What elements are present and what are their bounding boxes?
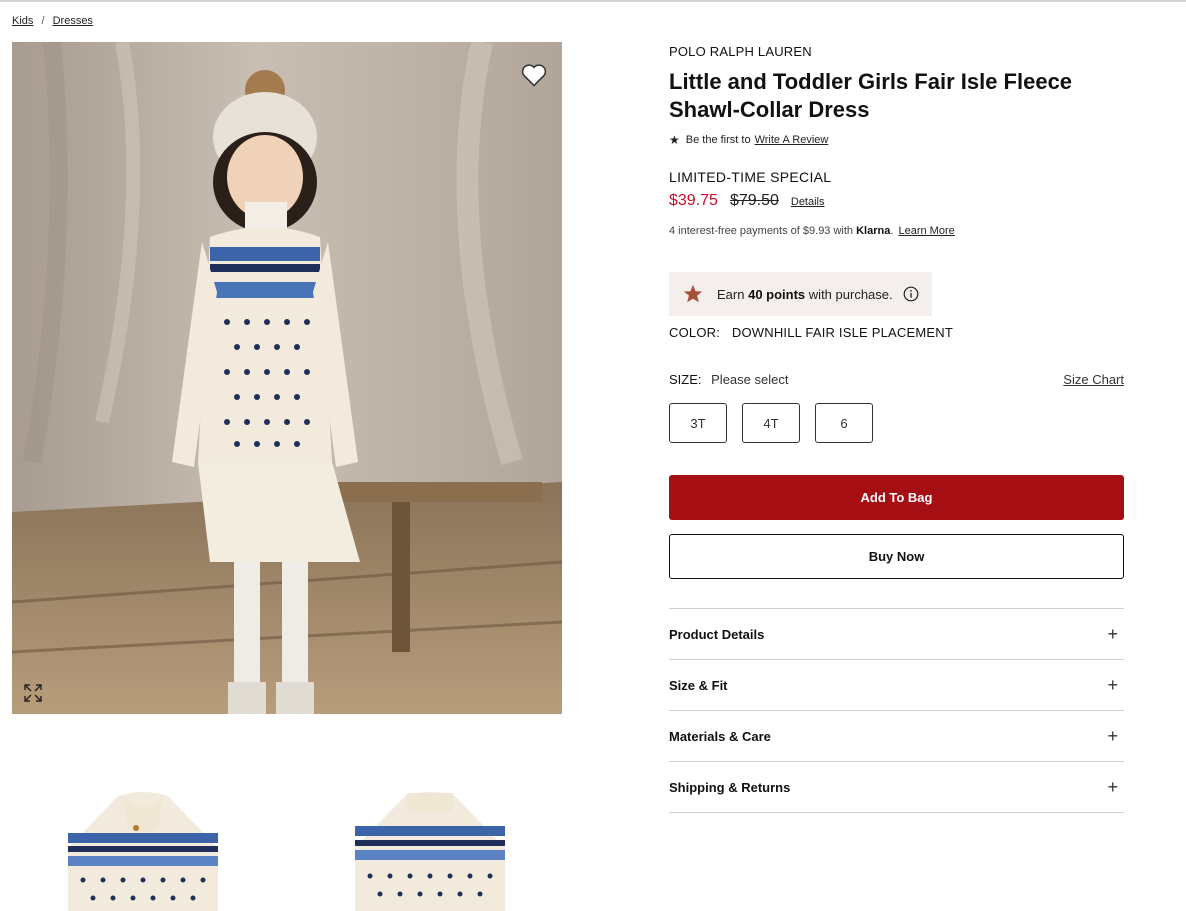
accordion-label: Materials & Care [669, 728, 771, 744]
accordion-label: Shipping & Returns [669, 779, 791, 795]
color-label: COLOR: [669, 325, 721, 340]
product-title: Little and Toddler Girls Fair Isle Fleec… [669, 69, 1073, 122]
product-accordion: Product Details + Size & Fit + Materials… [669, 608, 1124, 813]
size-value: Please select [711, 372, 789, 387]
points-text: Earn 40 points with purchase. [717, 286, 893, 302]
star-icon: ★ [669, 133, 680, 147]
breadcrumb: Kids / Dresses [12, 15, 93, 27]
accordion-size-fit[interactable]: Size & Fit + [669, 660, 1124, 711]
klarna-installments: 4 interest-free payments of $9.93 with K… [669, 225, 955, 237]
size-option-6[interactable]: 6 [815, 403, 873, 443]
product-main-image[interactable] [12, 42, 562, 714]
plus-icon: + [1107, 623, 1118, 644]
promo-label: LIMITED-TIME SPECIAL [669, 169, 832, 185]
sale-price: $39.75 [669, 192, 718, 209]
brand-name[interactable]: POLO RALPH LAUREN [669, 44, 812, 59]
color-selector: COLOR: DOWNHILL FAIR ISLE PLACEMENT [669, 325, 953, 340]
wishlist-heart-icon[interactable] [520, 62, 552, 90]
product-photo [12, 42, 562, 714]
size-chart-link[interactable]: Size Chart [1063, 372, 1124, 387]
price-row: $39.75 $79.50 Details [669, 192, 825, 210]
klarna-text: 4 interest-free payments of $9.93 with [669, 225, 854, 237]
plus-icon: + [1107, 776, 1118, 797]
accordion-materials-care[interactable]: Materials & Care + [669, 711, 1124, 762]
plus-icon: + [1107, 725, 1118, 746]
star-icon [683, 284, 703, 303]
accordion-label: Product Details [669, 626, 765, 642]
breadcrumb-kids-link[interactable]: Kids [12, 15, 33, 27]
size-label: SIZE: [669, 372, 702, 387]
price-details-link[interactable]: Details [791, 196, 825, 208]
klarna-learn-more-link[interactable]: Learn More [898, 225, 954, 237]
buy-now-button[interactable]: Buy Now [669, 534, 1124, 579]
plus-icon: + [1107, 674, 1118, 695]
product-thumbnail[interactable] [58, 788, 228, 911]
size-selector-header: SIZE: Please select Size Chart [669, 372, 1124, 387]
breadcrumb-dresses-link[interactable]: Dresses [53, 15, 93, 27]
accordion-product-details[interactable]: Product Details + [669, 609, 1124, 660]
klarna-logo: Klarna [856, 225, 891, 237]
size-option-3t[interactable]: 3T [669, 403, 727, 443]
top-divider [0, 0, 1186, 2]
loyalty-points-banner: Earn 40 points with purchase. [669, 272, 932, 316]
accordion-label: Size & Fit [669, 677, 728, 693]
color-value: DOWNHILL FAIR ISLE PLACEMENT [731, 325, 953, 340]
points-value: 40 points [748, 286, 806, 302]
size-option-4t[interactable]: 4T [742, 403, 800, 443]
accordion-shipping-returns[interactable]: Shipping & Returns + [669, 762, 1124, 813]
size-options: 3T 4T 6 [669, 403, 888, 443]
add-to-bag-button[interactable]: Add To Bag [669, 475, 1124, 520]
product-thumbnail[interactable] [345, 788, 515, 911]
info-icon[interactable] [903, 286, 919, 302]
review-prefix: Be the first to [685, 134, 751, 146]
breadcrumb-separator: / [41, 15, 45, 27]
original-price: $79.50 [729, 192, 779, 209]
expand-icon[interactable] [22, 682, 46, 706]
review-prompt: ★ Be the first to Write A Review [669, 133, 828, 147]
write-review-link[interactable]: Write A Review [755, 134, 829, 146]
